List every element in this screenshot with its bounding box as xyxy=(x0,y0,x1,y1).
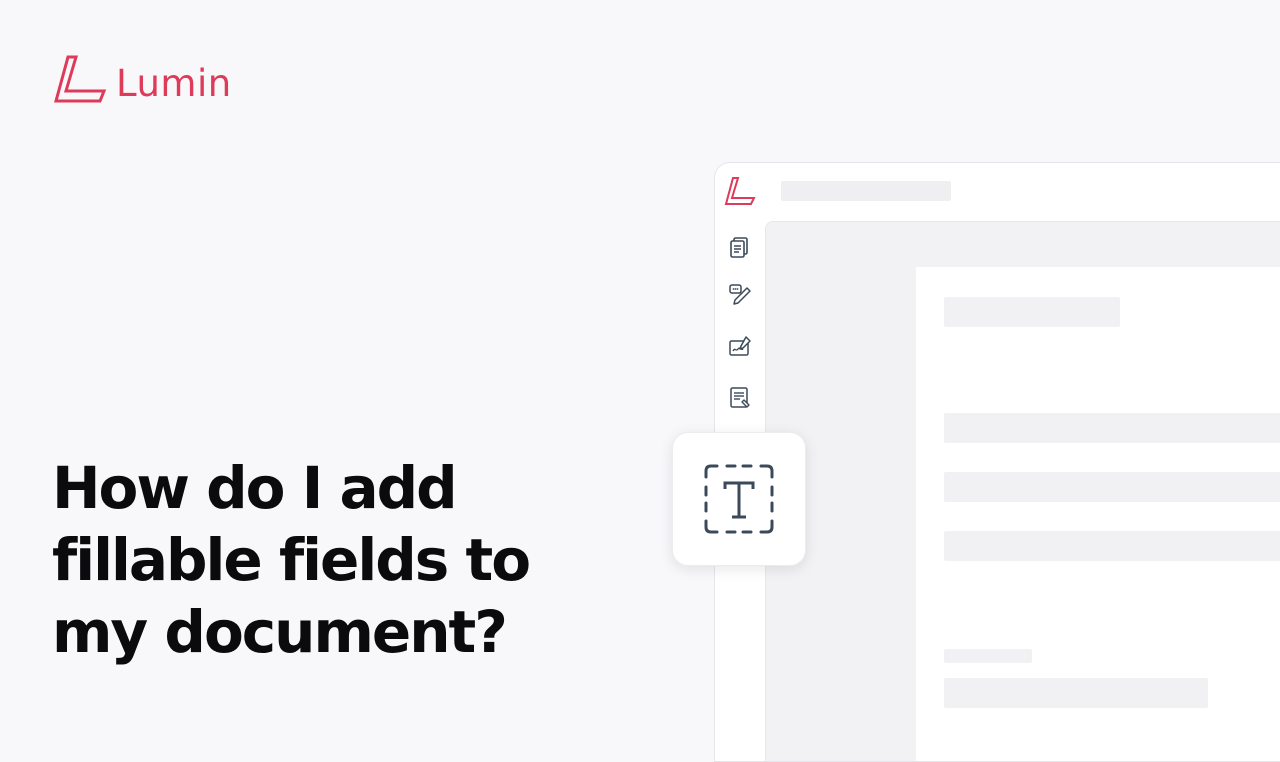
signature-icon[interactable] xyxy=(727,334,753,360)
headline-line-3: my document? xyxy=(52,598,508,666)
field-label-placeholder xyxy=(944,649,1032,663)
form-edit-icon[interactable] xyxy=(727,385,753,411)
lumin-l-icon xyxy=(54,55,107,103)
field-input-placeholder xyxy=(944,678,1208,708)
document-page xyxy=(916,267,1280,761)
document-canvas xyxy=(765,221,1280,761)
text-field-tool-button[interactable] xyxy=(672,432,806,566)
header-title-placeholder xyxy=(781,181,951,201)
headline-line-1: How do I add xyxy=(52,454,458,522)
page-title-placeholder xyxy=(944,297,1120,327)
text-line-placeholder xyxy=(944,413,1280,443)
text-field-icon xyxy=(704,464,774,534)
comment-pen-icon[interactable] xyxy=(727,282,753,308)
documents-icon[interactable] xyxy=(727,235,753,261)
text-line-placeholder xyxy=(944,472,1280,502)
page-headline: How do I add fillable fields to my docum… xyxy=(52,452,652,668)
brand-logo: Lumin xyxy=(54,52,232,108)
text-line-placeholder xyxy=(944,531,1280,561)
headline-line-2: fillable fields to xyxy=(52,526,531,594)
app-logo-icon xyxy=(724,177,756,205)
brand-name: Lumin xyxy=(116,61,232,105)
